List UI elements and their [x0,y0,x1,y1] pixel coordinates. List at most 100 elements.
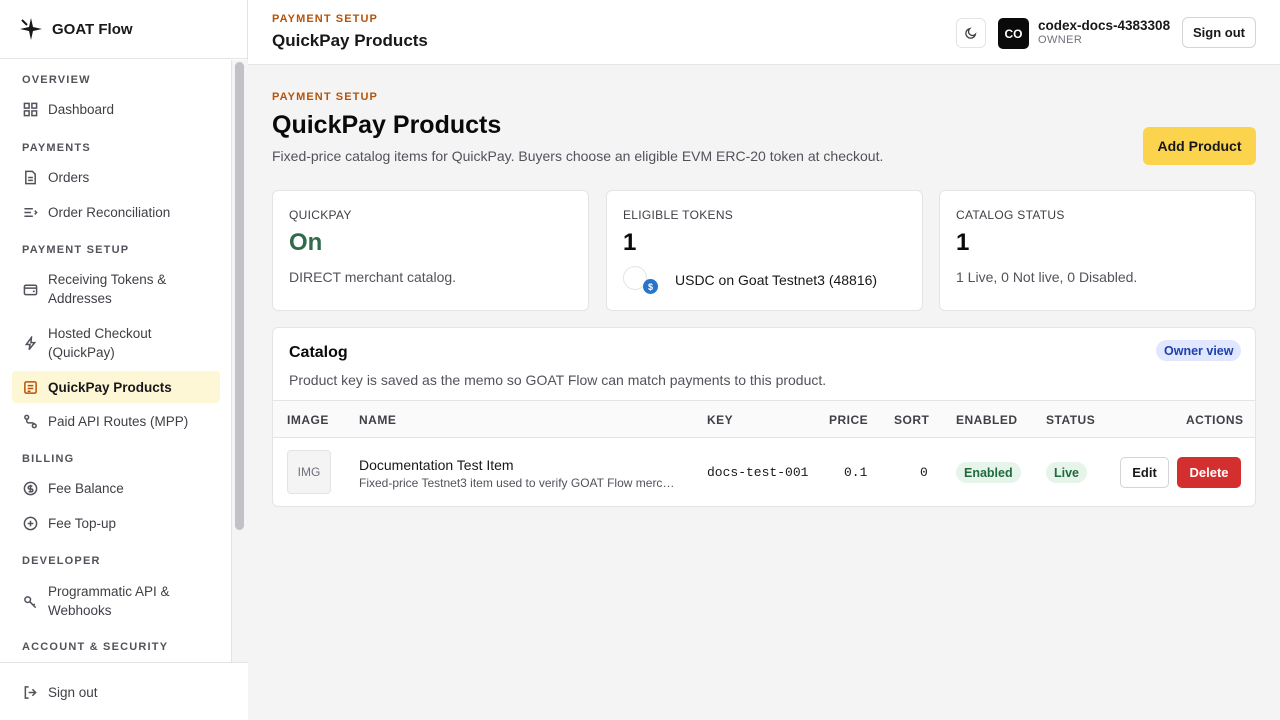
sidebar-item-label: Paid API Routes (MPP) [48,413,189,429]
column-header-enabled: ENABLED [956,413,1018,427]
token-row: $ USDC on Goat Testnet3 (48816) [623,266,877,294]
sidebar-nav: OVERVIEW Dashboard PAYMENTS Orders Order… [0,60,232,662]
nav-section-payment-setup: PAYMENT SETUP [22,244,130,256]
card-label: QUICKPAY [289,208,352,222]
sidebar-item-paid-api-routes[interactable]: Paid API Routes (MPP) [12,410,220,432]
usdc-token-icon: $ [623,266,658,294]
token-name: USDC on Goat Testnet3 (48816) [675,272,878,288]
nav-section-developer: DEVELOPER [22,555,101,567]
sidebar-item-label: Addresses [48,291,112,306]
card-label: CATALOG STATUS [956,208,1065,222]
column-header-price: PRICE [829,413,869,427]
sidebar-signout[interactable]: Sign out [12,681,220,703]
product-sort: 0 [920,465,928,480]
page-subtitle: Fixed-price catalog items for QuickPay. … [272,148,884,164]
sidebar-scrollbar[interactable] [232,60,248,662]
quickpay-status-value: On [289,229,323,256]
eligible-tokens-value: 1 [623,229,637,256]
logout-icon [22,684,38,700]
sidebar-item-order-reconciliation[interactable]: Order Reconciliation [12,201,220,223]
column-header-actions: ACTIONS [1186,413,1244,427]
column-header-name: NAME [359,413,397,427]
table-row: IMG Documentation Test Item Fixed-price … [273,438,1255,506]
delete-button[interactable]: Delete [1177,457,1241,488]
catalog-title: Catalog [289,344,348,361]
sidebar-item-quickpay-products[interactable]: QuickPay Products [12,371,220,403]
avatar: CO [998,18,1029,49]
product-price: 0.1 [844,465,868,480]
table-header: IMAGE NAME KEY PRICE SORT ENABLED STATUS… [273,400,1255,438]
quickpay-card: QUICKPAY On DIRECT merchant catalog. [272,190,589,311]
catalog-subtitle: Product key is saved as the memo so GOAT… [289,372,827,388]
moon-icon [965,27,977,39]
nav-section-overview: OVERVIEW [22,74,91,86]
product-description: Fixed-price Testnet3 item used to verify… [359,476,681,490]
key-icon [22,593,38,609]
document-icon [22,169,38,185]
lightning-icon [22,335,38,351]
brand-name: GOAT Flow [52,20,133,38]
sidebar-item-label: Programmatic API & [48,584,170,599]
column-header-image: IMAGE [287,413,329,427]
brand[interactable]: GOAT Flow [0,0,247,59]
owner-view-badge: Owner view [1156,340,1242,361]
sidebar-item-label: Fee Balance [48,480,124,496]
enabled-badge: Enabled [956,462,1021,483]
sidebar-item-dashboard[interactable]: Dashboard [12,98,220,120]
list-filter-icon [22,204,38,220]
dashboard-icon [22,101,38,117]
theme-toggle-button[interactable] [956,18,986,48]
sidebar-item-hosted-checkout[interactable]: Hosted Checkout (QuickPay) [12,322,220,364]
wallet-icon [22,281,38,297]
goat-logo-icon [20,18,42,40]
card-description: DIRECT merchant catalog. [289,269,457,285]
route-icon [22,413,38,429]
sidebar-item-label: Fee Top-up [48,515,117,531]
edit-button[interactable]: Edit [1120,457,1169,488]
nav-section-billing: BILLING [22,453,75,465]
catalog-status-value: 1 [956,229,970,256]
catalog-status-card: CATALOG STATUS 1 1 Live, 0 Not live, 0 D… [939,190,1256,311]
page-title: QuickPay Products [272,111,502,139]
user-name: codex-docs-4383308 [1038,18,1171,33]
sidebar-item-fee-balance[interactable]: Fee Balance [12,477,220,499]
scrollbar-thumb[interactable] [235,62,244,530]
column-header-sort: SORT [894,413,930,427]
nav-section-payments: PAYMENTS [22,142,91,154]
sidebar: GOAT Flow OVERVIEW Dashboard PAYMENTS Or… [0,0,248,720]
signout-button[interactable]: Sign out [1182,17,1256,48]
sidebar-item-label: (QuickPay) [48,345,115,360]
sidebar-item-receiving-tokens[interactable]: Receiving Tokens & Addresses [12,268,220,310]
sidebar-item-orders[interactable]: Orders [12,166,220,188]
topbar-title: QuickPay Products [272,31,428,50]
product-key: docs-test-001 [707,465,809,480]
column-header-key: KEY [707,413,734,427]
sidebar-item-label: QuickPay Products [48,379,172,395]
card-label: ELIGIBLE TOKENS [623,208,734,222]
status-badge: Live [1046,462,1088,483]
sidebar-signout-label: Sign out [48,684,98,700]
sidebar-item-label: Dashboard [48,101,115,117]
sidebar-item-programmatic-api[interactable]: Programmatic API & Webhooks [12,580,220,622]
sidebar-item-label: Order Reconciliation [48,204,171,220]
page-eyebrow: PAYMENT SETUP [272,91,378,103]
sidebar-item-label: Orders [48,169,90,185]
add-product-button[interactable]: Add Product [1143,127,1256,165]
column-header-status: STATUS [1046,413,1096,427]
card-description: 1 Live, 0 Not live, 0 Disabled. [956,269,1138,285]
product-name: Documentation Test Item [359,457,514,473]
plus-circle-icon [22,515,38,531]
product-image-placeholder: IMG [287,450,331,494]
main-content: PAYMENT SETUP QuickPay Products Fixed-pr… [248,65,1280,720]
sidebar-item-label: Receiving Tokens & [48,272,167,287]
sidebar-footer: Sign out [0,662,248,720]
sidebar-item-fee-topup[interactable]: Fee Top-up [12,512,220,534]
sidebar-item-label: Hosted Checkout [48,326,152,341]
receipt-icon [22,379,38,395]
nav-section-account-security: ACCOUNT & SECURITY [22,641,169,653]
catalog-panel: Catalog Product key is saved as the memo… [272,327,1256,507]
user-role: OWNER [1038,34,1083,46]
topbar-eyebrow: PAYMENT SETUP [272,13,378,25]
sidebar-item-label: Webhooks [48,603,112,618]
coin-icon [22,480,38,496]
